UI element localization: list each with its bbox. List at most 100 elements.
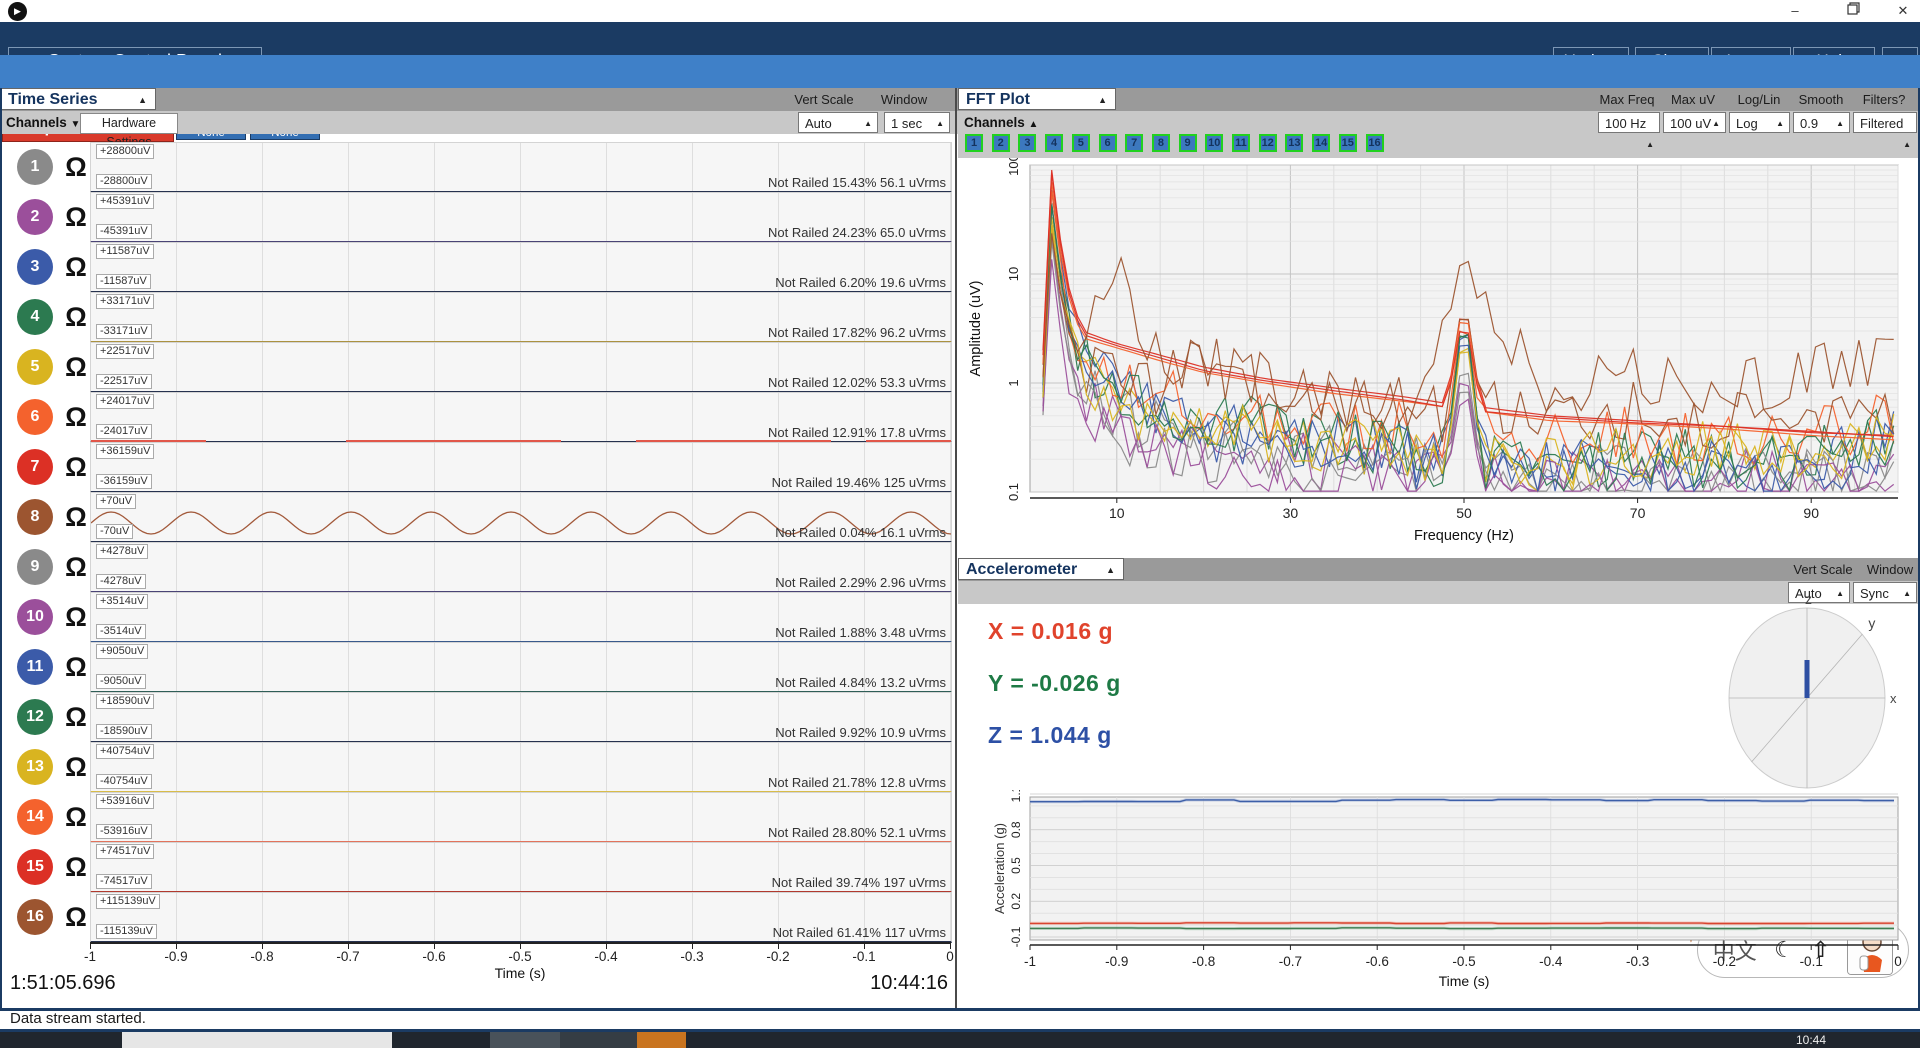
restore-button[interactable] (1834, 0, 1868, 22)
fft-maxuv-select[interactable]: 100 uV ▲ (1663, 112, 1726, 133)
fft-channel-16-button[interactable]: 16 (1365, 134, 1384, 152)
fft-channel-8-button[interactable]: 8 (1151, 134, 1170, 152)
channel-5-toggle[interactable]: 5 (17, 349, 53, 385)
fft-channel-15-button[interactable]: 15 (1338, 134, 1357, 152)
time-series-channel-row: 12 Ω +18590uV -18590uV Not Railed 9.92% 10.9… (0, 692, 956, 743)
fft-channel-1-button[interactable]: 1 (965, 134, 983, 152)
channel-5-impedance-button[interactable]: Ω (60, 350, 92, 384)
channel-10-impedance-button[interactable]: Ω (60, 600, 92, 634)
channel-8-impedance-button[interactable]: Ω (60, 500, 92, 534)
svg-text:0.2: 0.2 (1009, 893, 1023, 910)
fft-maxfreq-select[interactable]: 100 Hz ▲ (1598, 112, 1660, 149)
vmin-label: -24017uV (96, 424, 152, 439)
vmax-label: +28800uV (96, 144, 155, 159)
os-taskbar[interactable]: 10:44 (0, 1032, 1920, 1048)
svg-text:90: 90 (1803, 505, 1819, 521)
restore-icon (1847, 2, 1860, 15)
ts-window-label: Window (880, 92, 928, 107)
fft-widget-dropdown[interactable]: FFT Plot ▲ (958, 88, 1116, 110)
accelerometer-widget-dropdown[interactable]: Accelerometer ▲ (958, 558, 1124, 580)
channel-14-toggle[interactable]: 14 (17, 799, 53, 835)
channel-7-toggle[interactable]: 7 (17, 449, 53, 485)
channel-2-impedance-button[interactable]: Ω (60, 200, 92, 234)
fft-title: FFT Plot (966, 91, 1030, 108)
fft-filters-label: Filters? (1862, 92, 1906, 107)
svg-text:-0.5: -0.5 (1452, 954, 1475, 969)
close-button[interactable]: ✕ (1886, 0, 1920, 22)
channel-7-impedance-button[interactable]: Ω (60, 450, 92, 484)
svg-text:1.1: 1.1 (1009, 790, 1023, 802)
clock-time: 10:44:16 (870, 972, 948, 994)
channel-11-impedance-button[interactable]: Ω (60, 650, 92, 684)
taskbar-item[interactable] (637, 1032, 686, 1048)
app-header: System Control Panel Update Shop Issues … (0, 22, 1920, 75)
svg-text:10: 10 (1006, 267, 1021, 281)
channel-9-impedance-button[interactable]: Ω (60, 550, 92, 584)
ts-vert-scale-select[interactable]: Auto ▲ (798, 112, 878, 133)
time-series-channel-row: 16 Ω +115139uV -115139uV Not Railed 61.41% 1… (0, 892, 956, 943)
channel-12-impedance-button[interactable]: Ω (60, 700, 92, 734)
taskbar-item[interactable] (490, 1032, 560, 1048)
taskbar-item[interactable] (560, 1032, 637, 1048)
taskbar-window-preview[interactable] (122, 1032, 392, 1048)
ts-tick-label: -1 (83, 949, 96, 964)
channel-3-toggle[interactable]: 3 (17, 249, 53, 285)
fft-channels-dropdown[interactable]: Channels ▲ (964, 111, 1038, 136)
channel-9-toggle[interactable]: 9 (17, 549, 53, 585)
fft-channel-5-button[interactable]: 5 (1071, 134, 1090, 152)
channel-15-toggle[interactable]: 15 (17, 849, 53, 885)
channel-4-impedance-button[interactable]: Ω (60, 300, 92, 334)
ts-xlabel: Time (s) (494, 965, 546, 981)
fft-filters-select[interactable]: Filtered ▲ (1853, 112, 1917, 149)
channel-10-toggle[interactable]: 10 (17, 599, 53, 635)
channel-8-toggle[interactable]: 8 (17, 499, 53, 535)
fft-channel-9-button[interactable]: 9 (1178, 134, 1197, 152)
hardware-settings-button[interactable]: Hardware Settings (80, 113, 178, 149)
channel-14-impedance-button[interactable]: Ω (60, 800, 92, 834)
fft-loglin-select[interactable]: Log ▲ (1729, 112, 1790, 133)
channel-6-toggle[interactable]: 6 (17, 399, 53, 435)
channel-16-toggle[interactable]: 16 (17, 899, 53, 935)
ts-tick-label: -0.6 (422, 949, 446, 964)
channel-16-impedance-button[interactable]: Ω (60, 900, 92, 934)
channel-1-impedance-button[interactable]: Ω (60, 150, 92, 184)
ts-channels-dropdown[interactable]: Channels ▼ (6, 111, 80, 136)
fft-channel-6-button[interactable]: 6 (1098, 134, 1117, 152)
time-series-channel-row: 8 Ω +70uV -70uV Not Railed 0.04% 16.1 uVrms (0, 492, 956, 543)
accel-y-readout: Y = -0.026 g (988, 670, 1121, 696)
railed-status: Not Railed 15.43% 56.1 uVrms (767, 175, 946, 190)
fft-smooth-select[interactable]: 0.9 ▲ (1793, 112, 1850, 133)
fft-channel-7-button[interactable]: 7 (1125, 134, 1144, 152)
accel-xlabel: Time (s) (1439, 973, 1490, 989)
fft-channel-10-button[interactable]: 10 (1205, 134, 1224, 152)
vmax-label: +4278uV (96, 544, 149, 559)
channel-1-toggle[interactable]: 1 (17, 149, 53, 185)
accel-ylabel: Acceleration (g) (992, 823, 1007, 914)
left-edge-border (0, 88, 2, 1008)
fft-channel-11-button[interactable]: 11 (1232, 134, 1250, 152)
channel-13-impedance-button[interactable]: Ω (60, 750, 92, 784)
panel-divider (955, 88, 957, 1008)
ts-window-select[interactable]: 1 sec ▲ (884, 112, 950, 133)
channel-15-impedance-button[interactable]: Ω (60, 850, 92, 884)
channel-12-toggle[interactable]: 12 (17, 699, 53, 735)
channel-13-toggle[interactable]: 13 (17, 749, 53, 785)
channel-4-toggle[interactable]: 4 (17, 299, 53, 335)
minimize-button[interactable]: – (1778, 0, 1812, 22)
channel-11-toggle[interactable]: 11 (17, 649, 53, 685)
accelerometer-plot: -1 -0.9 -0.8 -0.7 -0.6 -0.5 -0.4 -0.3 -0.2 -0.1 0 -… (992, 790, 1902, 989)
fft-channel-12-button[interactable]: 12 (1258, 134, 1277, 152)
time-series-widget-dropdown[interactable]: Time Series ▲ (0, 88, 156, 110)
channel-3-impedance-button[interactable]: Ω (60, 250, 92, 284)
railed-status: Not Railed 6.20% 19.6 uVrms (775, 275, 946, 290)
channel-2-toggle[interactable]: 2 (17, 199, 53, 235)
channel-6-impedance-button[interactable]: Ω (60, 400, 92, 434)
dropdown-up-icon: ▲ (1776, 119, 1784, 128)
fft-channel-14-button[interactable]: 14 (1312, 134, 1331, 152)
fft-channel-3-button[interactable]: 3 (1018, 134, 1037, 152)
session-time: 1:51:05.696 (10, 972, 116, 994)
vmax-label: +9050uV (96, 644, 149, 659)
fft-channel-2-button[interactable]: 2 (991, 134, 1010, 152)
fft-channel-4-button[interactable]: 4 (1045, 134, 1064, 152)
fft-channel-13-button[interactable]: 13 (1285, 134, 1304, 152)
